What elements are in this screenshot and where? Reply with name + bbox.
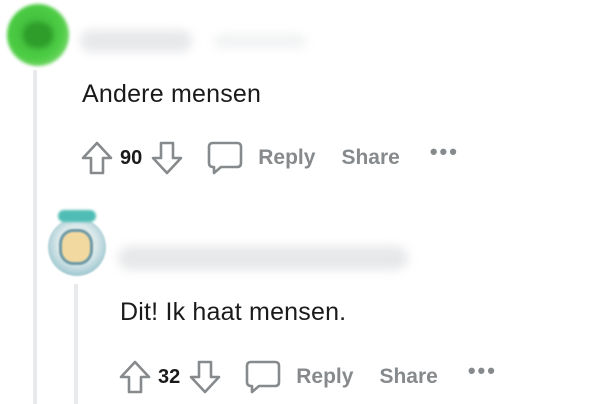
comment-actions: 32 Reply Share ••• bbox=[118, 357, 497, 397]
reply-button[interactable]: Reply bbox=[206, 139, 315, 177]
arrow-down-icon[interactable] bbox=[150, 140, 184, 176]
share-button[interactable]: Share bbox=[341, 146, 399, 170]
comment-body: Andere mensen bbox=[82, 80, 262, 108]
arrow-up-icon[interactable] bbox=[80, 140, 114, 176]
comment-meta-redacted bbox=[214, 34, 306, 48]
reply-label: Reply bbox=[296, 365, 354, 388]
reply-button[interactable]: Reply bbox=[244, 358, 353, 396]
thread-line-child[interactable] bbox=[74, 284, 78, 404]
thread-line-parent[interactable] bbox=[33, 70, 37, 404]
arrow-up-icon[interactable] bbox=[118, 359, 152, 395]
speech-bubble-icon bbox=[206, 139, 244, 177]
speech-bubble-icon bbox=[244, 358, 282, 396]
more-options-icon[interactable]: ••• bbox=[468, 360, 497, 382]
share-button[interactable]: Share bbox=[379, 365, 437, 389]
arrow-down-icon[interactable] bbox=[188, 359, 222, 395]
avatar[interactable] bbox=[7, 4, 69, 66]
comment-actions: 90 Reply Share ••• bbox=[80, 138, 459, 178]
vote-count: 32 bbox=[158, 365, 181, 388]
comment-thread: Andere mensen 90 Reply Share ••• Dit! Ik… bbox=[0, 0, 596, 404]
vote-count: 90 bbox=[120, 146, 143, 169]
reply-label: Reply bbox=[258, 146, 316, 169]
username-redacted[interactable] bbox=[118, 246, 408, 270]
username-redacted[interactable] bbox=[80, 30, 192, 52]
avatar[interactable] bbox=[48, 210, 106, 276]
more-options-icon[interactable]: ••• bbox=[430, 141, 459, 163]
comment-body: Dit! Ik haat mensen. bbox=[120, 298, 347, 326]
